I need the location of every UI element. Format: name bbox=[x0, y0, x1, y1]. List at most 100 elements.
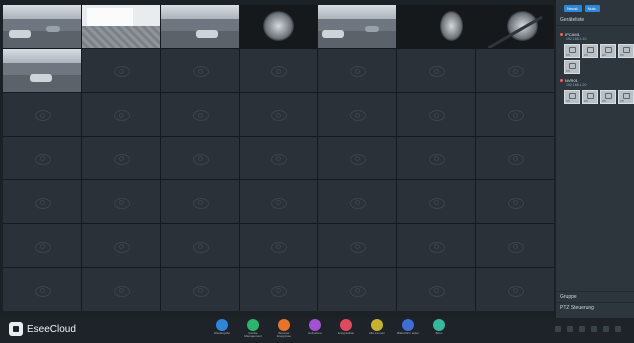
video-channel-18[interactable] bbox=[239, 92, 318, 136]
channel-thumb[interactable]: CH bbox=[564, 90, 580, 104]
video-channel-42[interactable] bbox=[476, 224, 554, 268]
video-channel-39[interactable] bbox=[239, 224, 318, 268]
video-channel-32[interactable] bbox=[239, 180, 318, 224]
camera-placeholder-icon bbox=[429, 241, 446, 253]
device-2-channels: CH CH CH CH bbox=[560, 87, 634, 104]
camera-placeholder-icon bbox=[113, 197, 130, 209]
video-channel-47[interactable] bbox=[318, 268, 397, 311]
layout-icon[interactable] bbox=[579, 326, 585, 332]
video-channel-46[interactable] bbox=[239, 268, 318, 311]
video-channel-6[interactable] bbox=[397, 5, 476, 48]
video-channel-38[interactable] bbox=[160, 224, 239, 268]
video-channel-20[interactable] bbox=[397, 92, 476, 136]
video-channel-30[interactable] bbox=[81, 180, 160, 224]
tool-button-3[interactable]: Browser Ereignisse bbox=[272, 319, 296, 339]
video-channel-33[interactable] bbox=[318, 180, 397, 224]
video-channel-13[interactable] bbox=[397, 48, 476, 92]
video-channel-12[interactable] bbox=[318, 48, 397, 92]
camera-placeholder-icon bbox=[508, 241, 525, 253]
camera-placeholder-icon bbox=[350, 66, 367, 78]
video-channel-16[interactable] bbox=[81, 92, 160, 136]
camera-placeholder-icon bbox=[113, 285, 130, 297]
tool-icon bbox=[402, 319, 414, 331]
group-panel-toggle[interactable]: Gruppe bbox=[556, 291, 634, 302]
video-channel-10[interactable] bbox=[160, 48, 239, 92]
video-channel-1[interactable] bbox=[3, 5, 81, 48]
video-channel-29[interactable] bbox=[3, 180, 81, 224]
channel-thumb[interactable]: CH bbox=[582, 90, 598, 104]
video-channel-23[interactable] bbox=[81, 136, 160, 180]
video-channel-31[interactable] bbox=[160, 180, 239, 224]
video-channel-15[interactable] bbox=[3, 92, 81, 136]
camera-placeholder-icon bbox=[192, 110, 209, 122]
tool-button-1[interactable]: Wiedergabe bbox=[210, 319, 234, 339]
device-list-title[interactable]: Geräteliste bbox=[556, 12, 634, 26]
refresh-button[interactable]: Neust. bbox=[564, 5, 582, 12]
video-channel-48[interactable] bbox=[397, 268, 476, 311]
tool-button-7[interactable]: Bildschirm teilen bbox=[396, 319, 420, 339]
video-channel-3[interactable] bbox=[160, 5, 239, 48]
video-channel-19[interactable] bbox=[318, 92, 397, 136]
video-channel-22[interactable] bbox=[3, 136, 81, 180]
camera-placeholder-icon bbox=[350, 110, 367, 122]
prev-page-icon[interactable] bbox=[567, 326, 573, 332]
video-channel-37[interactable] bbox=[81, 224, 160, 268]
tool-button-5[interactable]: Ereignisliste bbox=[334, 319, 358, 339]
video-channel-41[interactable] bbox=[397, 224, 476, 268]
video-channel-24[interactable] bbox=[160, 136, 239, 180]
video-channel-43[interactable] bbox=[3, 268, 81, 311]
video-channel-26[interactable] bbox=[318, 136, 397, 180]
device-1-channels: CH CH CH CH CH bbox=[560, 41, 634, 74]
channel-thumb[interactable]: CH bbox=[582, 44, 598, 58]
camera-placeholder-icon bbox=[34, 110, 51, 122]
channel-thumb[interactable]: CH bbox=[564, 60, 580, 74]
video-grid[interactable] bbox=[3, 5, 554, 311]
video-channel-7[interactable] bbox=[476, 5, 554, 48]
video-channel-8[interactable] bbox=[3, 48, 81, 92]
video-channel-21[interactable] bbox=[476, 92, 554, 136]
video-channel-34[interactable] bbox=[397, 180, 476, 224]
last-page-icon[interactable] bbox=[615, 326, 621, 332]
channel-thumb[interactable]: CH bbox=[618, 90, 634, 104]
channel-thumb[interactable]: CH bbox=[600, 44, 616, 58]
first-page-icon[interactable] bbox=[555, 326, 561, 332]
video-channel-9[interactable] bbox=[81, 48, 160, 92]
next-page-icon[interactable] bbox=[603, 326, 609, 332]
video-channel-36[interactable] bbox=[3, 224, 81, 268]
video-channel-11[interactable] bbox=[239, 48, 318, 92]
channel-thumb[interactable]: CH bbox=[564, 44, 580, 58]
grid-icon[interactable] bbox=[591, 326, 597, 332]
tool-icon bbox=[278, 319, 290, 331]
video-channel-5[interactable] bbox=[318, 5, 397, 48]
taskbar: EseeCloud Wiedergabe Geräte Management Bro… bbox=[0, 318, 634, 343]
video-channel-17[interactable] bbox=[160, 92, 239, 136]
video-channel-4[interactable] bbox=[239, 5, 318, 48]
page-nav bbox=[555, 326, 621, 332]
tool-button-2[interactable]: Geräte Management bbox=[241, 319, 265, 339]
tool-icon bbox=[309, 319, 321, 331]
tool-button-8[interactable]: Beim bbox=[427, 319, 451, 339]
camera-placeholder-icon bbox=[192, 66, 209, 78]
video-channel-28[interactable] bbox=[476, 136, 554, 180]
ptz-panel-toggle[interactable]: PTZ Steuerung bbox=[556, 302, 634, 313]
channel-thumb[interactable]: CH bbox=[618, 44, 634, 58]
camera-placeholder-icon bbox=[429, 110, 446, 122]
video-channel-27[interactable] bbox=[397, 136, 476, 180]
video-channel-2[interactable] bbox=[81, 5, 160, 48]
tool-button-4[interactable]: Aufnahme bbox=[303, 319, 327, 339]
camera-placeholder-icon bbox=[429, 66, 446, 78]
video-channel-14[interactable] bbox=[476, 48, 554, 92]
camera-placeholder-icon bbox=[271, 153, 288, 165]
channel-thumb[interactable]: CH bbox=[600, 90, 616, 104]
video-channel-44[interactable] bbox=[81, 268, 160, 311]
user-button[interactable]: Nutz. bbox=[584, 5, 600, 12]
tool-label: Alle trennen bbox=[368, 331, 385, 335]
video-channel-35[interactable] bbox=[476, 180, 554, 224]
video-channel-25[interactable] bbox=[239, 136, 318, 180]
video-channel-49[interactable] bbox=[476, 268, 554, 311]
camera-placeholder-icon bbox=[192, 153, 209, 165]
camera-placeholder-icon bbox=[429, 285, 446, 297]
tool-button-6[interactable]: Alle trennen bbox=[365, 319, 389, 339]
video-channel-40[interactable] bbox=[318, 224, 397, 268]
video-channel-45[interactable] bbox=[160, 268, 239, 311]
